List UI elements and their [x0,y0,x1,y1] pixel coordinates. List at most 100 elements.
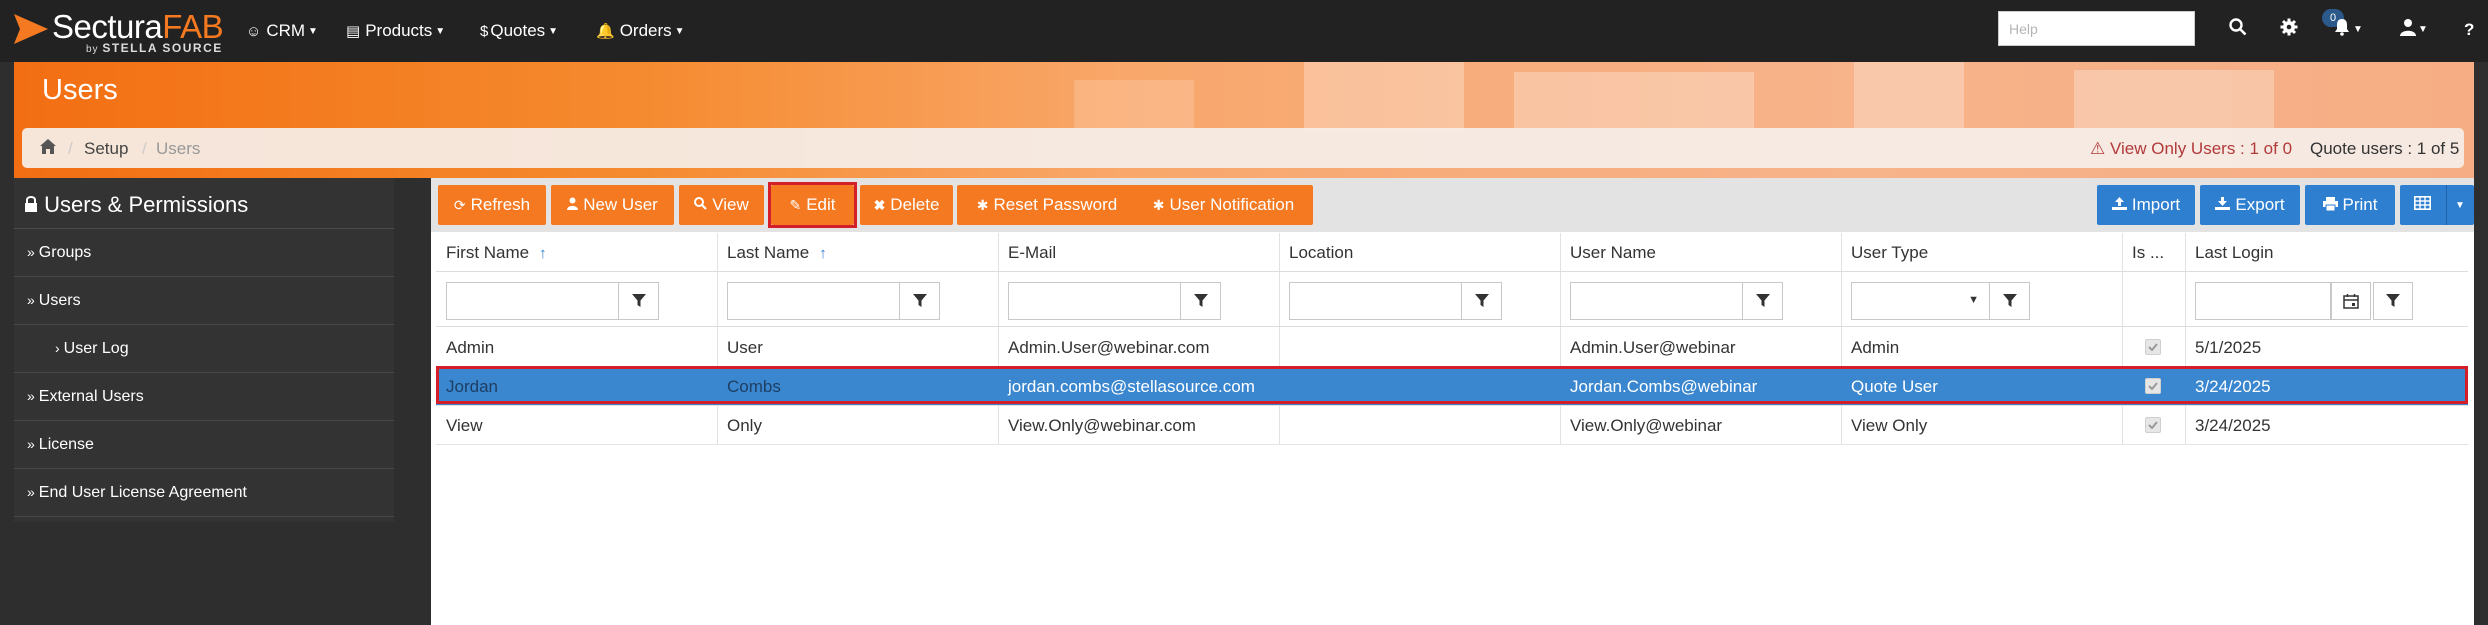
nav-orders[interactable]: 🔔 Orders ▼ [596,0,685,62]
cell-user-name: Admin.User@webinar [1570,338,1736,357]
import-button[interactable]: Import [2097,185,2195,225]
column-header-email[interactable]: E-Mail [1008,243,1056,263]
cell-last-name: Only [727,416,762,435]
asterisk-icon: ✱ [1152,196,1165,213]
email-filter-input[interactable] [1008,282,1181,320]
logo-arrow-icon [14,14,48,44]
print-button[interactable]: Print [2305,185,2395,225]
delete-button-label: Delete [890,195,940,214]
refresh-button-label: Refresh [470,195,531,214]
column-header-last-login[interactable]: Last Login [2195,243,2273,263]
logo-main-text: Sectura [52,8,163,45]
cell-last-login: 3/24/2025 [2195,416,2271,435]
notifications-bell-icon[interactable]: ▼ [2333,18,2363,42]
nav-products[interactable]: ▤ Products ▼ [346,0,445,62]
search-icon [694,197,707,213]
location-filter-input[interactable] [1289,282,1462,320]
calendar-icon[interactable] [2331,282,2371,320]
banner-decoration [1854,62,1964,128]
help-search-input[interactable] [1998,11,2195,46]
nav-crm-label: CRM [266,21,306,40]
breadcrumb-setup[interactable]: Setup [84,139,128,159]
double-chevron-right-icon: » [27,484,35,500]
refresh-button[interactable]: ⟳ Refresh [438,185,546,225]
quote-users-status: Quote users : 1 of 5 [2310,139,2460,158]
export-button[interactable]: Export [2200,185,2300,225]
upload-icon [2111,197,2127,213]
filter-icon[interactable] [1990,282,2030,320]
app-logo[interactable]: SecturaFAB by STELLA SOURCE [14,8,224,55]
reset-password-button[interactable]: ✱ Reset Password [957,185,1137,225]
first-name-filter-input[interactable] [446,282,619,320]
user-name-filter-input[interactable] [1570,282,1743,320]
filter-icon[interactable] [619,282,659,320]
column-header-is-active[interactable]: Is ... [2132,243,2164,263]
column-header-user-type[interactable]: User Type [1851,243,1928,263]
user-icon: ☺ [246,22,262,40]
asterisk-icon: ✱ [976,196,989,213]
banner-decoration [1074,80,1194,128]
sidebar-item-label: User Log [63,340,129,357]
column-header-user-name[interactable]: User Name [1570,243,1656,263]
user-type-filter-select[interactable]: ▼ [1851,282,1990,320]
cell-email: View.Only@webinar.com [1008,416,1196,435]
user-notification-button[interactable]: ✱ User Notification [1134,185,1313,225]
warning-icon: ⚠ [2090,139,2106,158]
sidebar-item-label: End User License Agreement [38,484,247,501]
last-name-filter-input[interactable] [727,282,900,320]
chevron-right-icon: › [55,340,60,356]
sidebar-item-user-log[interactable]: › User Log [14,325,394,373]
nav-crm[interactable]: ☺ CRM ▼ [246,0,318,62]
sidebar-item-eula[interactable]: » End User License Agreement [14,469,394,517]
view-button-label: View [712,195,749,214]
sidebar-item-label: Users [38,292,81,309]
home-icon[interactable] [40,139,56,159]
sidebar-item-users[interactable]: » Users [14,277,394,325]
sort-ascending-icon: ↑ [539,245,547,262]
column-chooser-button[interactable]: ▼ [2400,185,2474,225]
column-header-location[interactable]: Location [1289,243,1353,263]
user-account-icon[interactable]: ▼ [2400,18,2428,42]
new-user-button[interactable]: New User [551,185,674,225]
delete-button[interactable]: ✖ Delete [860,185,953,225]
export-button-label: Export [2235,195,2285,214]
checkbox-icon [2145,339,2161,355]
caret-down-icon: ▼ [674,25,685,37]
double-chevron-right-icon: » [27,292,35,308]
table-row[interactable]: View Only View.Only@webinar.com View.Onl… [436,406,2468,445]
user-icon [567,197,579,213]
filter-icon[interactable] [2373,282,2413,320]
column-header-first-name[interactable]: First Name ↑ [446,243,547,263]
print-button-label: Print [2342,195,2378,214]
help-question-icon[interactable]: ? [2464,18,2474,42]
table-row[interactable]: Admin User Admin.User@webinar.com Admin.… [436,328,2468,367]
sidebar-item-external-users[interactable]: » External Users [14,373,394,421]
filter-icon[interactable] [900,282,940,320]
column-header-label: Last Name [727,243,810,262]
dollar-icon: $ [480,22,489,40]
column-header-label: First Name [446,243,530,262]
search-icon[interactable] [2229,18,2247,42]
download-icon [2215,197,2231,213]
nav-quotes[interactable]: $ Quotes ▼ [480,0,558,62]
sidebar-item-license[interactable]: » License [14,421,394,469]
view-button[interactable]: View [679,185,764,225]
page-title: Users [42,74,118,106]
grid-toolbar: ⟳ Refresh New User View ✎ Edit ✖ Delete ✱ Re… [431,178,2474,232]
gear-icon[interactable] [2280,18,2298,42]
double-chevron-right-icon: » [27,388,35,404]
filter-icon[interactable] [1462,282,1502,320]
lock-icon [24,192,44,217]
new-user-button-label: New User [583,195,658,214]
sidebar-item-groups[interactable]: » Groups [14,229,394,277]
double-chevron-right-icon: » [27,436,35,452]
logo-sub-text: STELLA SOURCE [102,41,223,55]
caret-down-icon: ▼ [2455,199,2465,211]
last-login-filter-input[interactable] [2195,282,2331,320]
sidebar-item-label: Groups [38,244,92,261]
sidebar-title: Users & Permissions [14,178,394,229]
nav-quotes-label: Quotes [490,21,546,40]
column-header-last-name[interactable]: Last Name ↑ [727,243,827,263]
filter-icon[interactable] [1181,282,1221,320]
filter-icon[interactable] [1743,282,1783,320]
